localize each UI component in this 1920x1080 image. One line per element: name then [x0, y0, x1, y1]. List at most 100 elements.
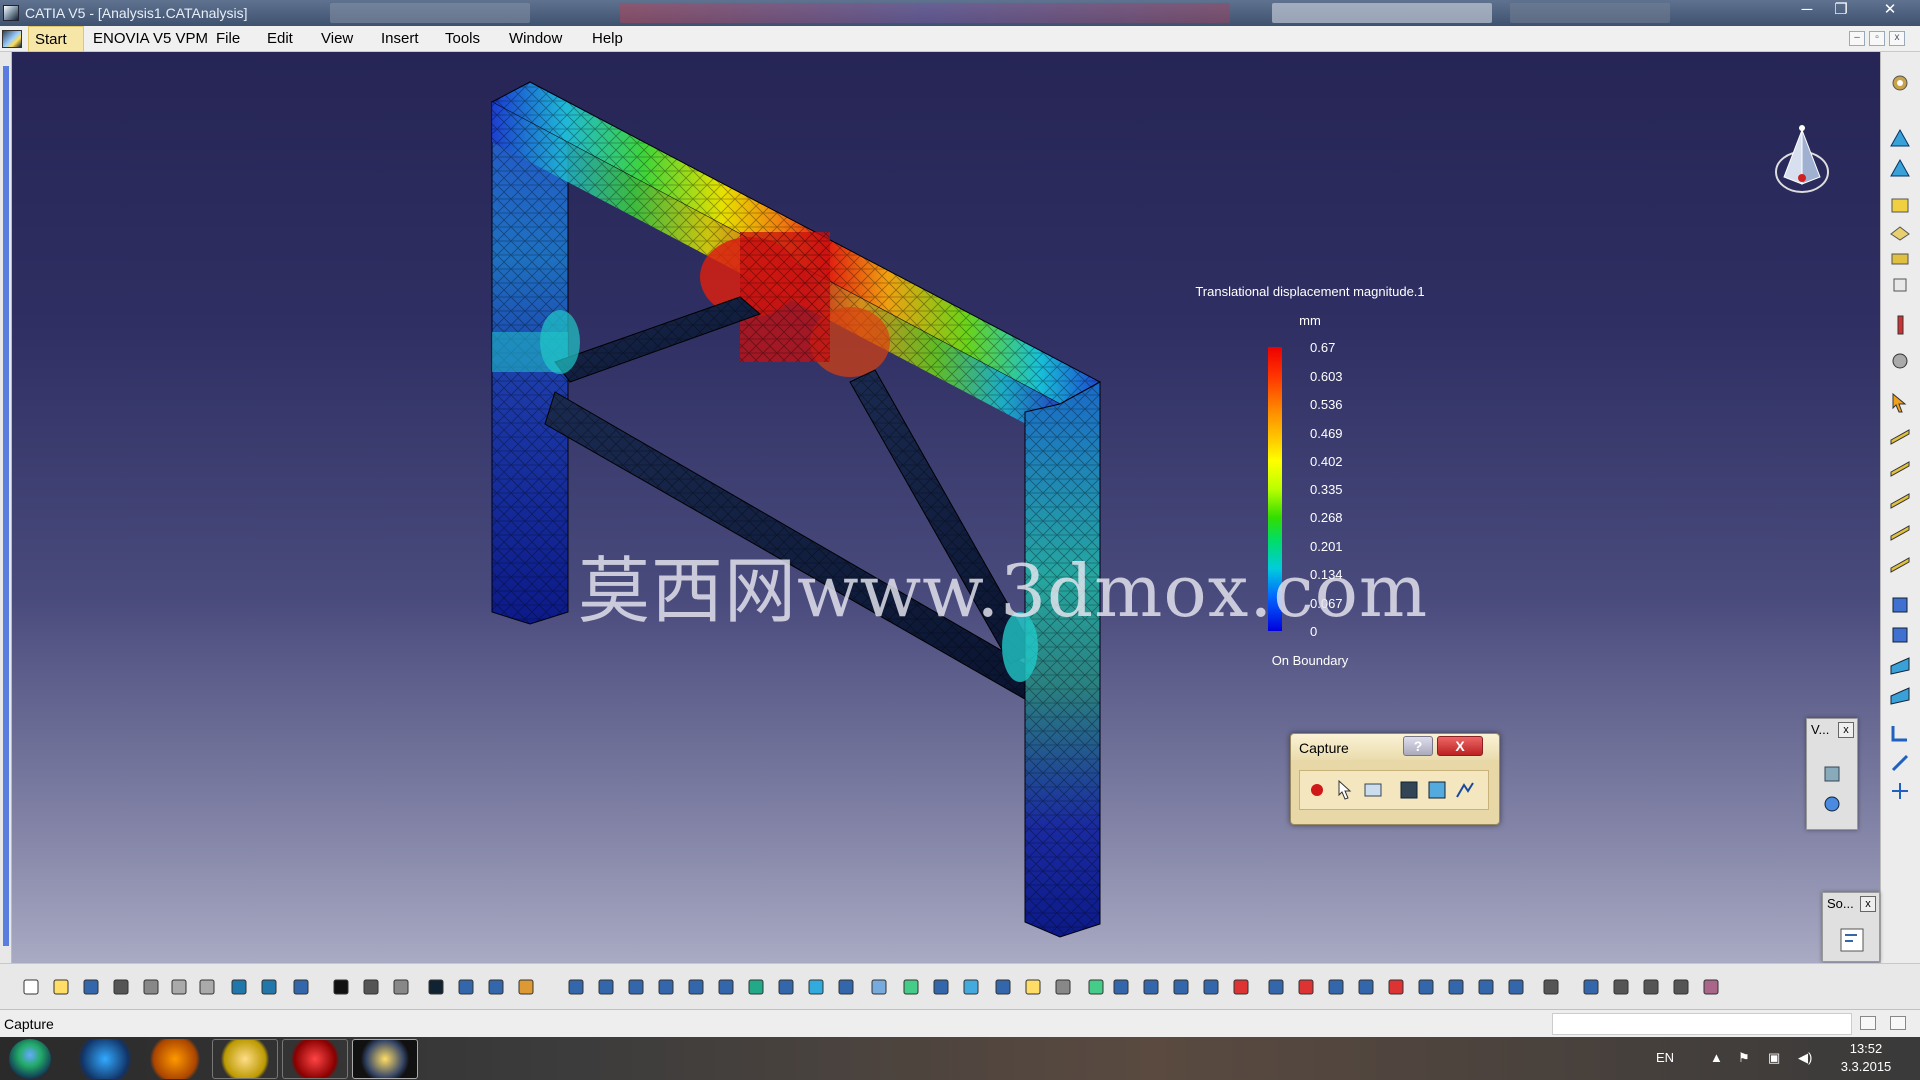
comment-icon[interactable]	[360, 976, 382, 998]
limit-icon[interactable]	[1415, 976, 1437, 998]
zoom-out-icon[interactable]	[715, 976, 737, 998]
mesh-icon[interactable]	[1110, 976, 1132, 998]
image-icon[interactable]	[1889, 424, 1911, 446]
layer-icon[interactable]	[1540, 976, 1562, 998]
formula-icon[interactable]	[330, 976, 352, 998]
stats-icon[interactable]	[1475, 976, 1497, 998]
sphere-icon[interactable]	[1889, 350, 1911, 372]
menu-file[interactable]: File	[216, 30, 240, 47]
menu-window[interactable]: Window	[509, 30, 562, 47]
left-scrollbar[interactable]	[0, 52, 12, 963]
grid-icon[interactable]	[1610, 976, 1632, 998]
table-icon[interactable]	[425, 976, 447, 998]
deform-icon[interactable]	[1355, 976, 1377, 998]
light-icon[interactable]	[992, 976, 1014, 998]
menu-insert[interactable]: Insert	[381, 30, 419, 47]
mdi-minimize-button[interactable]: –	[1849, 31, 1865, 46]
mdi-close-button[interactable]: x	[1889, 31, 1905, 46]
chart-icon[interactable]	[1295, 976, 1317, 998]
sort-icon[interactable]	[1505, 976, 1527, 998]
image-icon[interactable]	[1325, 976, 1347, 998]
image-icon[interactable]	[1889, 456, 1911, 478]
rotate-icon[interactable]	[655, 976, 677, 998]
analysis-icon[interactable]	[1889, 654, 1911, 676]
catia-taskbar-icon[interactable]	[352, 1039, 418, 1079]
close-button[interactable]: ✕	[1870, 0, 1910, 22]
compute-icon[interactable]	[1839, 927, 1865, 953]
menu-view[interactable]: View	[321, 30, 353, 47]
status-icon[interactable]	[1890, 1016, 1906, 1030]
gear-icon[interactable]	[1889, 72, 1911, 94]
menu-start[interactable]: Start	[28, 26, 84, 52]
image-icon[interactable]	[1889, 520, 1911, 542]
section-icon[interactable]	[1022, 976, 1044, 998]
clock[interactable]: 13:52 3.3.2015	[1836, 1040, 1896, 1076]
dimension-icon[interactable]	[1640, 976, 1662, 998]
network-icon[interactable]: ▣	[1768, 1050, 1780, 1066]
load-icon[interactable]	[1889, 314, 1911, 336]
volume-icon[interactable]: ◀)	[1798, 1050, 1812, 1066]
measure-icon[interactable]	[960, 976, 982, 998]
catia-compass-icon[interactable]	[2, 30, 22, 48]
command-input[interactable]	[1552, 1013, 1852, 1035]
report-icon[interactable]	[1265, 976, 1287, 998]
capture-area-icon[interactable]	[1398, 779, 1420, 801]
mdi-restore-button[interactable]: ▫	[1869, 31, 1885, 46]
autocad-icon[interactable]	[282, 1039, 348, 1079]
file-explorer-icon[interactable]	[212, 1039, 278, 1079]
view-tool-icon[interactable]	[1821, 793, 1843, 815]
capture-close-button[interactable]: X	[1437, 736, 1483, 756]
anim-icon[interactable]	[1385, 976, 1407, 998]
search-icon[interactable]	[1580, 976, 1602, 998]
language-indicator[interactable]: EN	[1656, 1050, 1674, 1065]
paste-icon[interactable]	[196, 976, 218, 998]
media-player-icon[interactable]	[142, 1039, 208, 1079]
solver-panel-close-button[interactable]: x	[1860, 896, 1876, 912]
zoom-in-icon[interactable]	[685, 976, 707, 998]
material-icon[interactable]	[1889, 222, 1911, 244]
multi-view-icon[interactable]	[775, 976, 797, 998]
sensor-icon[interactable]	[390, 976, 412, 998]
shading-icon[interactable]	[900, 976, 922, 998]
album-icon[interactable]	[1426, 779, 1448, 801]
axis-icon[interactable]	[1889, 752, 1911, 774]
spec-icon[interactable]	[1670, 976, 1692, 998]
3d-viewport[interactable]: Translational displacement magnitude.1 m…	[0, 52, 1880, 963]
analysis-icon[interactable]	[1889, 684, 1911, 706]
open-icon[interactable]	[50, 976, 72, 998]
windows-start-icon[interactable]	[9, 1039, 51, 1079]
internet-explorer-icon[interactable]	[72, 1039, 138, 1079]
analysis-icon[interactable]	[1889, 594, 1911, 616]
flag-icon[interactable]: ⚑	[1738, 1050, 1750, 1066]
analysis-icon[interactable]	[1230, 976, 1252, 998]
target-icon[interactable]	[1052, 976, 1074, 998]
fit-all-icon[interactable]	[595, 976, 617, 998]
options-icon[interactable]	[1362, 779, 1384, 801]
mesh-part-icon[interactable]	[1889, 128, 1911, 150]
menu-enovia[interactable]: ENOVIA V5 VPM	[93, 30, 208, 47]
image-icon[interactable]	[1889, 488, 1911, 510]
analysis-icon[interactable]	[1889, 624, 1911, 646]
menu-help[interactable]: Help	[592, 30, 623, 47]
print-icon[interactable]	[110, 976, 132, 998]
hide-show-icon[interactable]	[835, 976, 857, 998]
menu-tools[interactable]: Tools	[445, 30, 480, 47]
image-icon[interactable]	[1889, 552, 1911, 574]
knowledge-icon[interactable]	[485, 976, 507, 998]
normal-view-icon[interactable]	[745, 976, 767, 998]
compass-icon[interactable]	[1770, 122, 1834, 202]
save-icon[interactable]	[80, 976, 102, 998]
catalog-icon[interactable]	[515, 976, 537, 998]
property-icon[interactable]	[1889, 194, 1911, 216]
undo-icon[interactable]	[228, 976, 250, 998]
probe-icon[interactable]	[1445, 976, 1467, 998]
copy-icon[interactable]	[168, 976, 190, 998]
tree-icon[interactable]	[455, 976, 477, 998]
axis-icon[interactable]	[1889, 722, 1911, 744]
sketch-icon[interactable]	[1200, 976, 1222, 998]
layers-icon[interactable]	[1889, 248, 1911, 270]
fly-icon[interactable]	[565, 976, 587, 998]
restraint-icon[interactable]	[1889, 274, 1911, 296]
select-icon[interactable]	[1334, 779, 1356, 801]
print-icon[interactable]	[1454, 779, 1476, 801]
